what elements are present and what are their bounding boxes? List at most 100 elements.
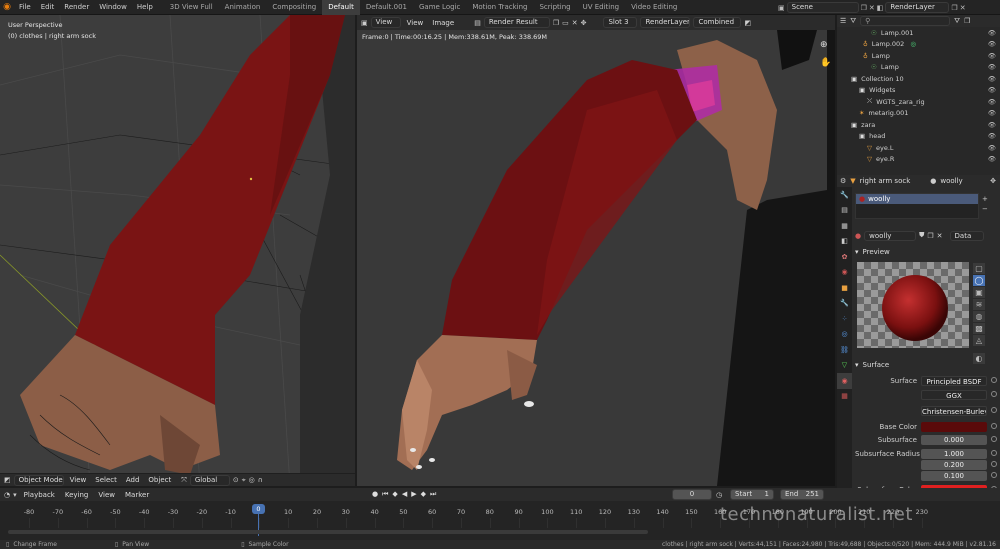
preview-hair-icon[interactable]: ≋: [973, 299, 985, 310]
workspace-tab[interactable]: 3D View Full: [164, 0, 219, 15]
outliner-row[interactable]: ▣ zara 👁: [837, 119, 1000, 131]
timeline-menu-playback[interactable]: Playback: [20, 491, 59, 499]
viewport-menu-object[interactable]: Object: [145, 476, 174, 484]
preview-cloth-icon[interactable]: ▩: [973, 323, 985, 334]
image-editor-view-dropdown[interactable]: View: [370, 17, 401, 28]
property-value[interactable]: Christensen-Burley: [921, 405, 987, 416]
timeline-menu-keying[interactable]: Keying: [61, 491, 93, 499]
property-value[interactable]: [921, 421, 987, 432]
visibility-eye-icon[interactable]: 👁: [988, 86, 996, 94]
preview-range-icon[interactable]: ◷: [716, 491, 722, 499]
mode-selector[interactable]: Object Mode: [13, 474, 64, 486]
workspace-tab[interactable]: UV Editing: [577, 0, 626, 15]
remove-slot-icon[interactable]: −: [982, 205, 988, 213]
workspace-tab[interactable]: Animation: [219, 0, 267, 15]
record-icon[interactable]: ●: [372, 490, 378, 499]
material-tab-icon[interactable]: ◉: [837, 373, 852, 389]
editor-type-icon[interactable]: ◩: [4, 476, 11, 484]
auto-keying-icon[interactable]: ▾: [13, 491, 17, 499]
socket-dot-icon[interactable]: [991, 461, 997, 467]
preview-world-icon[interactable]: ◐: [973, 353, 985, 364]
slot-selector[interactable]: Slot 3: [603, 17, 638, 28]
start-frame-field[interactable]: Start 1: [730, 489, 774, 500]
scene-selector[interactable]: Scene: [786, 2, 859, 13]
visibility-eye-icon[interactable]: 👁: [988, 98, 996, 106]
playhead-frame-badge[interactable]: 0: [252, 504, 265, 514]
property-value[interactable]: 0.000: [921, 434, 987, 445]
properties-type-icon[interactable]: ⚙: [840, 177, 846, 185]
outliner-row[interactable]: ▽ eye.L 👁: [837, 142, 1000, 154]
duplicate-material-icon[interactable]: ❐: [927, 232, 933, 240]
property-value[interactable]: 0.100: [921, 470, 987, 481]
menu-help[interactable]: Help: [132, 0, 158, 15]
add-slot-icon[interactable]: +: [982, 195, 988, 203]
property-row[interactable]: Base Color: [855, 421, 997, 432]
new-view-layer-icon[interactable]: ❐: [951, 4, 957, 12]
preview-sphere-icon[interactable]: ◯: [973, 275, 985, 286]
object-tab-icon[interactable]: ■: [837, 280, 852, 296]
output-tab-icon[interactable]: ▦: [837, 218, 852, 234]
outliner-filter-icon[interactable]: ⛛: [954, 17, 960, 26]
physics-tab-icon[interactable]: ◎: [837, 327, 852, 343]
modifier-tab-icon[interactable]: 🔧: [837, 296, 852, 312]
surface-panel-header[interactable]: ▾ Surface: [855, 360, 889, 370]
property-value[interactable]: 1.000: [921, 448, 987, 459]
transform-orientation-icon[interactable]: ⤧: [181, 476, 187, 485]
jump-end-icon[interactable]: ⏭: [430, 490, 436, 499]
outliner-row[interactable]: ▣ Collection 10 👁: [837, 73, 1000, 85]
visibility-eye-icon[interactable]: 👁: [988, 63, 996, 71]
scene-icon[interactable]: ▣: [778, 4, 785, 12]
menu-file[interactable]: File: [14, 0, 36, 15]
fake-user-icon[interactable]: ⛊: [919, 231, 924, 240]
socket-dot-icon[interactable]: [991, 436, 997, 442]
workspace-tab[interactable]: Scripting: [533, 0, 576, 15]
menu-render[interactable]: Render: [59, 0, 94, 15]
timeline-menu-marker[interactable]: Marker: [121, 491, 153, 499]
property-row[interactable]: Subsurface Radius 1.000: [855, 448, 997, 459]
material-slot-list[interactable]: ● woolly: [855, 193, 979, 219]
preview-flat-icon[interactable]: ▢: [973, 263, 985, 274]
close-view-layer-icon[interactable]: ✕: [960, 4, 966, 12]
property-value[interactable]: 0.200: [921, 459, 987, 470]
property-value[interactable]: Principled BSDF: [921, 375, 987, 386]
viewport-menu-view[interactable]: View: [67, 476, 90, 484]
outliner-row[interactable]: ▽ eye.R 👁: [837, 154, 1000, 166]
property-row[interactable]: Subsurface 0.000: [855, 434, 997, 445]
tool-tab-icon[interactable]: 🔧: [837, 187, 852, 203]
visibility-eye-icon[interactable]: 👁: [988, 144, 996, 152]
view-layer-icon[interactable]: ◧: [877, 4, 884, 12]
workspace-tab[interactable]: Game Logic: [413, 0, 466, 15]
menu-window[interactable]: Window: [94, 0, 132, 15]
workspace-tab[interactable]: Default.001: [360, 0, 413, 15]
texture-tab-icon[interactable]: ▦: [837, 389, 852, 405]
timeline-scrollbar[interactable]: [8, 530, 648, 534]
current-frame-field[interactable]: 0: [672, 489, 712, 500]
visibility-eye-icon[interactable]: 👁: [988, 109, 996, 117]
proportional-edit-icon[interactable]: ◎: [249, 476, 255, 484]
lamp-data-link-icon[interactable]: ◎: [910, 40, 916, 48]
jump-start-icon[interactable]: ⏮: [382, 490, 388, 499]
outliner-row[interactable]: ♁ Lamp 👁: [837, 50, 1000, 62]
pivot-icon[interactable]: ⊙: [233, 476, 239, 484]
falloff-icon[interactable]: ∩: [258, 476, 263, 484]
image-browse-icon[interactable]: ▤: [474, 19, 481, 27]
socket-dot-icon[interactable]: [991, 407, 997, 413]
end-frame-field[interactable]: End 251: [780, 489, 824, 500]
visibility-eye-icon[interactable]: 👁: [988, 155, 996, 163]
visibility-eye-icon[interactable]: 👁: [988, 40, 996, 48]
render-pass-selector[interactable]: Combined: [693, 17, 742, 28]
timeline-menu-view[interactable]: View: [94, 491, 119, 499]
socket-dot-icon[interactable]: [991, 450, 997, 456]
outliner-row[interactable]: ✶ metarig.001 👁: [837, 108, 1000, 120]
viewport-menu-select[interactable]: Select: [92, 476, 120, 484]
socket-dot-icon[interactable]: [991, 391, 997, 397]
preview-shaderball-icon[interactable]: ◍: [973, 311, 985, 322]
render-tab-icon[interactable]: ▤: [837, 203, 852, 219]
outliner-search-input[interactable]: ⚲: [860, 16, 951, 26]
property-row[interactable]: 0.100: [855, 470, 997, 481]
material-name-field[interactable]: woolly: [864, 230, 917, 241]
object-data-tab-icon[interactable]: ▽: [837, 358, 852, 374]
material-slot-item[interactable]: ● woolly: [856, 194, 978, 204]
visibility-eye-icon[interactable]: 👁: [988, 121, 996, 129]
orientation-selector[interactable]: Global: [189, 474, 230, 486]
